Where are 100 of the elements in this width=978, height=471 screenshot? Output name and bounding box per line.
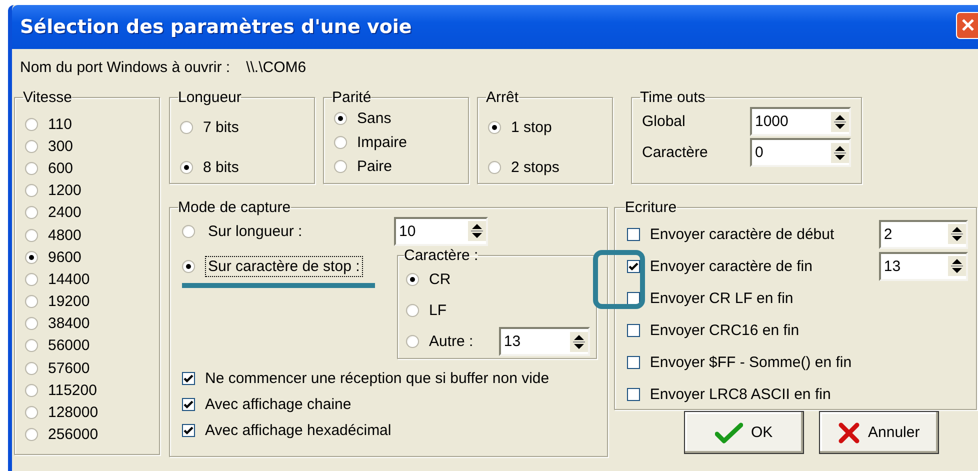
option-label: 115200	[48, 382, 97, 399]
radio-button[interactable]	[25, 295, 38, 308]
checkbox-label: Ne commencer une réception que si buffer non vide	[205, 370, 550, 386]
option-label: 19200	[48, 293, 90, 310]
radio-button[interactable]	[25, 362, 38, 375]
group-title: Vitesse	[23, 89, 72, 106]
option-label: Autre :	[429, 333, 474, 350]
spinner-icon[interactable]	[948, 224, 966, 244]
checkbox[interactable]	[626, 356, 640, 368]
cross-icon	[838, 422, 860, 444]
close-icon	[960, 17, 976, 33]
option-label: 300	[48, 138, 74, 155]
option-label: LF	[429, 302, 448, 319]
option-label: 128000	[48, 404, 98, 422]
window-title: Sélection des paramètres d'une voie	[20, 16, 412, 38]
spin-field[interactable]: 13	[498, 327, 590, 356]
radio-button[interactable]	[25, 384, 38, 397]
radio-button[interactable]	[25, 406, 38, 420]
radio-button[interactable]	[406, 304, 419, 317]
radio-button[interactable]	[25, 184, 38, 198]
option-label: Sur caractère de stop :	[205, 256, 363, 277]
group-title: Caractère :	[404, 247, 478, 264]
spin-field[interactable]: 10	[394, 216, 488, 246]
option-label: 38400	[48, 315, 90, 332]
radio-button[interactable]	[180, 160, 193, 174]
checkbox[interactable]	[626, 292, 640, 304]
radio-button[interactable]	[334, 136, 347, 148]
checkbox-label: Envoyer LRC8 ASCII en fin	[650, 386, 831, 402]
radio-button[interactable]	[180, 120, 193, 134]
spinner-icon[interactable]	[570, 332, 588, 352]
option-label: 4800	[48, 226, 82, 244]
checkbox[interactable]	[626, 388, 640, 400]
port-value: \\.\COM6	[246, 59, 306, 78]
radio-button[interactable]	[25, 317, 38, 330]
spinner-icon[interactable]	[948, 256, 966, 276]
option-label: 56000	[48, 337, 90, 354]
group-title: Longueur	[178, 89, 242, 106]
radio-button[interactable]	[25, 250, 38, 264]
radio-button[interactable]	[25, 206, 38, 220]
option-label: 256000	[48, 426, 98, 444]
port-label: Nom du port Windows à ouvrir :	[20, 59, 230, 78]
spin-field[interactable]: 1000	[750, 107, 851, 136]
group-title: Mode de capture	[178, 199, 291, 216]
checkbox-label: Envoyer CRC16 en fin	[650, 322, 800, 338]
option-label: Paire	[357, 158, 392, 174]
checkbox[interactable]	[182, 372, 195, 384]
radio-button[interactable]	[488, 160, 501, 174]
option-label: 2 stops	[511, 158, 560, 176]
checkbox[interactable]	[626, 228, 640, 240]
checkbox-label: Envoyer CR LF en fin	[650, 290, 794, 306]
radio-button[interactable]	[25, 162, 38, 175]
checkbox[interactable]	[626, 260, 640, 272]
radio-button[interactable]	[25, 339, 38, 352]
spinner-icon[interactable]	[468, 221, 486, 241]
spin-field[interactable]: 13	[878, 252, 968, 280]
option-label: 8 bits	[203, 158, 239, 176]
checkbox-label: Envoyer caractère de début	[650, 226, 834, 242]
group-title: Ecriture	[624, 199, 677, 216]
field-label: Global	[642, 113, 686, 130]
field-label: Caractère	[642, 144, 709, 161]
radio-button[interactable]	[406, 335, 419, 348]
option-label: Impaire	[357, 134, 408, 150]
cancel-button[interactable]: Annuler	[818, 411, 939, 454]
option-label: Sur longueur :	[207, 222, 304, 242]
radio-button[interactable]	[25, 428, 38, 442]
radio-button[interactable]	[406, 273, 419, 286]
group-title: Parité	[332, 89, 372, 106]
option-label: 2400	[48, 204, 82, 222]
close-button[interactable]	[956, 12, 978, 38]
option-label: 57600	[48, 360, 90, 377]
option-label: 7 bits	[203, 118, 239, 136]
option-label: 14400	[48, 270, 90, 288]
radio-button[interactable]	[488, 120, 501, 134]
option-label: 600	[48, 160, 74, 177]
spin-field[interactable]: 2	[878, 220, 968, 248]
radio-button[interactable]	[25, 228, 38, 242]
ok-button[interactable]: OK	[684, 411, 804, 454]
radio-button[interactable]	[334, 112, 347, 124]
option-label: CR	[429, 271, 452, 288]
spinner-icon[interactable]	[831, 112, 849, 132]
checkbox[interactable]	[182, 398, 195, 410]
checkbox-label: Avec affichage hexadécimal	[205, 422, 392, 438]
checkbox[interactable]	[182, 424, 195, 436]
option-label: 1200	[48, 182, 82, 200]
option-label: 9600	[48, 248, 82, 266]
radio-button[interactable]	[25, 118, 38, 131]
group-title: Time outs	[640, 89, 706, 106]
radio-button[interactable]	[182, 260, 195, 273]
option-label: 110	[48, 116, 72, 133]
check-icon	[715, 422, 744, 444]
radio-button[interactable]	[25, 272, 38, 286]
checkbox-label: Envoyer caractère de fin	[650, 258, 812, 274]
checkbox[interactable]	[626, 324, 640, 336]
spinner-icon[interactable]	[831, 142, 849, 162]
radio-button[interactable]	[334, 160, 347, 172]
option-label: 1 stop	[511, 118, 552, 136]
radio-button[interactable]	[182, 224, 195, 238]
checkbox-label: Envoyer $FF - Somme() en fin	[650, 354, 852, 370]
radio-button[interactable]	[25, 140, 38, 153]
spin-field[interactable]: 0	[750, 138, 851, 167]
